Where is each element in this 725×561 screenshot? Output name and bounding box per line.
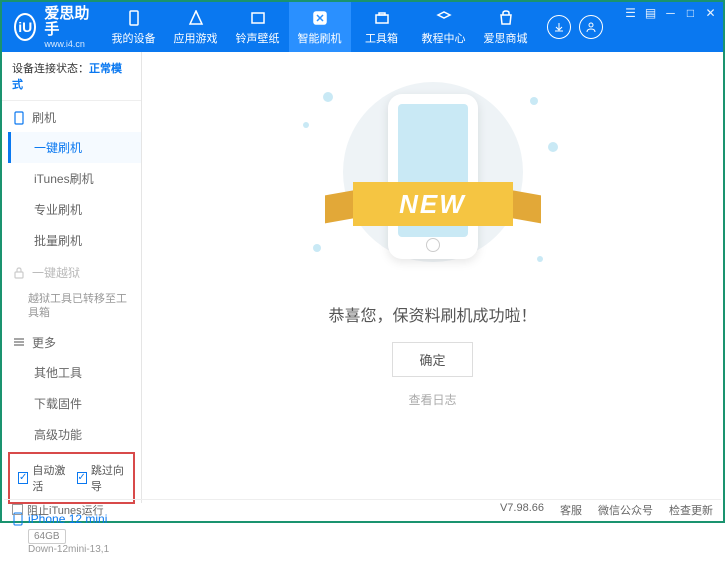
sidebar-item-itunes-flash[interactable]: iTunes刷机 [8, 163, 141, 194]
ok-button[interactable]: 确定 [392, 342, 472, 377]
menu-lines-icon [12, 335, 26, 349]
checkbox-block-itunes[interactable] [12, 504, 23, 515]
firmware-label: Down-12mini-13,1 [28, 544, 131, 555]
download-button[interactable] [547, 15, 571, 39]
ribbon: NEW [323, 182, 543, 232]
success-illustration: NEW [293, 82, 573, 282]
section-more[interactable]: 更多 [2, 326, 141, 357]
titlebar: iU 爱思助手 www.i4.cn 我的设备 应用游戏 铃声壁纸 智能刷机 工具… [2, 2, 723, 52]
brand-url: www.i4.cn [44, 39, 90, 49]
section-flash[interactable]: 刷机 [2, 101, 141, 132]
footer: 阻止iTunes运行 V7.98.66 客服 微信公众号 检查更新 [4, 499, 721, 519]
wechat-link[interactable]: 微信公众号 [598, 502, 653, 518]
success-message: 恭喜您，保资料刷机成功啦！ [328, 302, 536, 326]
nav-tutorials[interactable]: 教程中心 [413, 2, 475, 52]
lock-icon [12, 266, 26, 280]
nav-apps-games[interactable]: 应用游戏 [165, 2, 227, 52]
main-content: NEW 恭喜您，保资料刷机成功啦！ 确定 查看日志 [142, 52, 723, 503]
section-jailbreak: 一键越狱 [2, 256, 141, 287]
nav-smart-flash[interactable]: 智能刷机 [289, 2, 351, 52]
jailbreak-note: 越狱工具已转移至工具箱 [2, 287, 141, 326]
window-controls: ☰ ▤ ─ □ ✕ [613, 2, 725, 52]
sidebar-item-other-tools[interactable]: 其他工具 [8, 357, 141, 388]
sidebar-item-oneclick-flash[interactable]: 一键刷机 [8, 132, 141, 163]
wallpaper-icon [248, 9, 268, 27]
check-update-link[interactable]: 检查更新 [669, 502, 713, 518]
nav-ringtone-wallpaper[interactable]: 铃声壁纸 [227, 2, 289, 52]
view-log-link[interactable]: 查看日志 [408, 391, 456, 408]
apps-icon [186, 9, 206, 27]
version-label: V7.98.66 [500, 502, 544, 518]
flash-icon [310, 9, 330, 27]
ribbon-label: NEW [353, 182, 513, 226]
sidebar-item-download-firmware[interactable]: 下载固件 [8, 388, 141, 419]
lock-icon[interactable]: ▤ [643, 6, 659, 20]
sidebar: 设备连接状态：正常模式 刷机 一键刷机 iTunes刷机 专业刷机 批量刷机 一… [2, 52, 142, 503]
brand: iU 爱思助手 www.i4.cn [2, 2, 103, 52]
phone-illustration-icon [388, 94, 478, 259]
nav-store[interactable]: 爱思商城 [475, 2, 537, 52]
checkbox-skip-guide[interactable]: ✓跳过向导 [77, 462, 126, 494]
sidebar-item-pro-flash[interactable]: 专业刷机 [8, 194, 141, 225]
storage-badge: 64GB [28, 529, 66, 544]
toolbox-icon [372, 9, 392, 27]
nav-my-device[interactable]: 我的设备 [103, 2, 165, 52]
sidebar-item-batch-flash[interactable]: 批量刷机 [8, 225, 141, 256]
user-button[interactable] [579, 15, 603, 39]
connection-status: 设备连接状态：正常模式 [2, 52, 141, 101]
options-checkbox-row: ✓自动激活 ✓跳过向导 [8, 452, 135, 504]
store-icon [496, 9, 516, 27]
tutorial-icon [434, 9, 454, 27]
minimize-icon[interactable]: ─ [663, 6, 679, 20]
customer-service-link[interactable]: 客服 [560, 502, 582, 518]
sidebar-item-advanced[interactable]: 高级功能 [8, 419, 141, 450]
phone-icon [12, 111, 26, 125]
checkbox-auto-activate[interactable]: ✓自动激活 [18, 462, 67, 494]
brand-title: 爱思助手 [44, 6, 90, 39]
maximize-icon[interactable]: □ [683, 6, 699, 20]
device-icon [124, 9, 144, 27]
brand-logo-icon: iU [14, 13, 36, 41]
nav-toolbox[interactable]: 工具箱 [351, 2, 413, 52]
close-icon[interactable]: ✕ [703, 6, 719, 20]
main-nav: 我的设备 应用游戏 铃声壁纸 智能刷机 工具箱 教程中心 爱思商城 [103, 2, 537, 52]
menu-icon[interactable]: ☰ [623, 6, 639, 20]
block-itunes-label: 阻止iTunes运行 [27, 502, 104, 518]
